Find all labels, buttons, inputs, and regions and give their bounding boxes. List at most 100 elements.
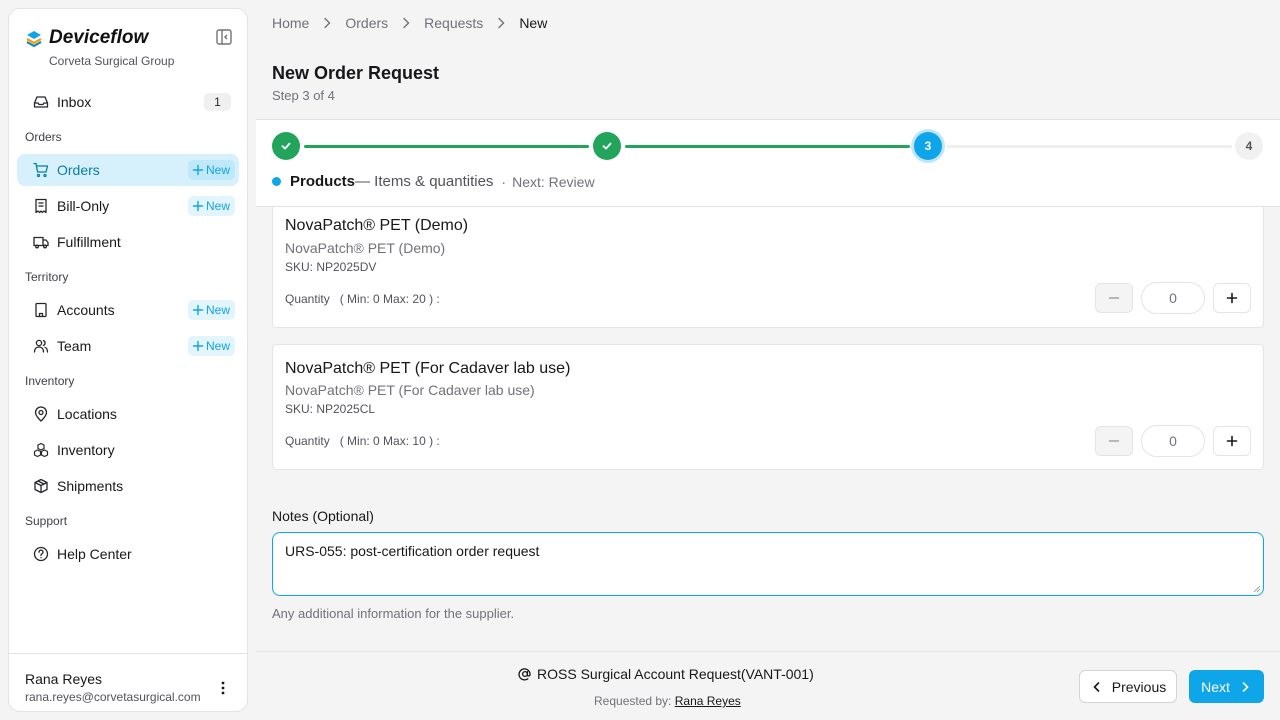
sidebar-item-locations[interactable]: Locations xyxy=(17,398,239,430)
quantity-input[interactable]: 0 xyxy=(1141,425,1205,457)
cart-icon xyxy=(33,162,49,178)
sidebar-item-label: Fulfillment xyxy=(57,234,121,250)
package-icon xyxy=(33,478,49,494)
step-connector xyxy=(625,145,910,148)
sidebar-item-label: Locations xyxy=(57,406,117,422)
page-subtitle: Step 3 of 4 xyxy=(272,88,335,103)
user-email: rana.reyes@corvetasurgical.com xyxy=(25,690,201,704)
product-card: NovaPatch® PET (Demo) NovaPatch® PET (De… xyxy=(272,207,1264,328)
deviceflow-logo-icon xyxy=(25,29,43,47)
requested-by-name[interactable]: Rana Reyes xyxy=(675,694,741,708)
sidebar-item-label: Team xyxy=(57,338,92,354)
notes-textarea[interactable]: URS-055: post-certification order reques… xyxy=(272,532,1264,596)
new-bill-only-button[interactable]: New xyxy=(187,196,235,216)
chevron-right-icon xyxy=(498,17,505,29)
sidebar-item-label: Help Center xyxy=(57,546,132,562)
receipt-icon xyxy=(33,198,49,214)
step-caption: Products — Items & quantities · Next: Re… xyxy=(272,173,595,190)
user-profile[interactable]: Rana Reyes rana.reyes@corvetasurgical.co… xyxy=(9,653,247,711)
notes-label: Notes (Optional) xyxy=(272,508,374,524)
step-connector xyxy=(304,145,589,148)
step-3-current[interactable]: 3 xyxy=(914,132,942,160)
current-step-dot xyxy=(272,177,281,186)
step-connector xyxy=(946,145,1232,148)
chevron-left-icon xyxy=(1093,681,1100,692)
new-account-button[interactable]: New xyxy=(187,300,235,320)
plus-icon xyxy=(192,164,204,176)
sidebar-item-bill-only[interactable]: Bill-Only New xyxy=(17,190,239,222)
new-label: New xyxy=(205,163,230,177)
notes-help-text: Any additional information for the suppl… xyxy=(272,606,515,621)
step-2-complete[interactable] xyxy=(593,132,621,160)
stepper: 3 4 Products — Items & quantities · Next… xyxy=(256,119,1280,207)
plus-icon xyxy=(192,304,204,316)
breadcrumb-home[interactable]: Home xyxy=(272,15,309,31)
quantity-label: Quantity ( Min: 0 Max: 10 ) : xyxy=(285,434,440,448)
sidebar-item-team[interactable]: Team New xyxy=(17,330,239,362)
previous-button[interactable]: Previous xyxy=(1079,670,1177,703)
next-label: Next xyxy=(1201,678,1230,695)
next-step-hint: Next: Review xyxy=(512,173,595,190)
notes-value: URS-055: post-certification order reques… xyxy=(285,543,540,559)
increment-button[interactable] xyxy=(1213,426,1251,456)
plus-icon xyxy=(1226,435,1238,447)
plus-icon xyxy=(192,340,204,352)
increment-button[interactable] xyxy=(1213,283,1251,313)
sidebar-item-inbox[interactable]: Inbox 1 xyxy=(17,86,239,118)
brand[interactable]: Deviceflow xyxy=(25,27,148,49)
breadcrumb-current: New xyxy=(519,15,548,31)
org-name: Corveta Surgical Group xyxy=(49,54,175,68)
truck-icon xyxy=(33,234,49,250)
step-4-future: 4 xyxy=(1235,132,1263,160)
breadcrumb-orders[interactable]: Orders xyxy=(345,15,388,31)
quantity-input[interactable]: 0 xyxy=(1141,282,1205,314)
sidebar-item-shipments[interactable]: Shipments xyxy=(17,470,239,502)
requested-by-label: Requested by: xyxy=(594,694,672,708)
sidebar-item-help-center[interactable]: Help Center xyxy=(17,538,239,570)
sidebar-item-inventory[interactable]: Inventory xyxy=(17,434,239,466)
sidebar-collapse-icon[interactable] xyxy=(215,28,233,46)
map-pin-icon xyxy=(33,406,49,422)
new-order-button[interactable]: New xyxy=(187,160,235,180)
decrement-button[interactable] xyxy=(1095,426,1133,456)
quantity-text: Quantity xyxy=(285,292,330,306)
inbox-icon xyxy=(33,94,49,110)
quantity-text: Quantity xyxy=(285,434,330,448)
current-step-description: — Items & quantities xyxy=(355,173,494,190)
sidebar-item-fulfillment[interactable]: Fulfillment xyxy=(17,226,239,258)
previous-label: Previous xyxy=(1111,678,1167,695)
product-subtitle: NovaPatch® PET (Demo) xyxy=(285,240,446,256)
current-step-title: Products xyxy=(290,173,356,190)
page-title: New Order Request xyxy=(272,63,440,83)
minus-icon xyxy=(1108,440,1120,442)
section-label-support: Support xyxy=(25,514,68,528)
breadcrumb-requests[interactable]: Requests xyxy=(424,15,483,31)
sidebar-item-orders[interactable]: Orders New xyxy=(17,154,239,186)
more-vertical-icon[interactable] xyxy=(215,680,231,696)
account-name: ROSS Surgical Account Request(VANT-001) xyxy=(537,666,814,682)
sidebar-item-accounts[interactable]: Accounts New xyxy=(17,294,239,326)
section-label-territory: Territory xyxy=(25,270,69,284)
check-icon xyxy=(602,142,612,150)
product-sku: SKU: NP2025CL xyxy=(285,402,376,416)
check-icon xyxy=(281,142,291,150)
new-label: New xyxy=(205,303,230,317)
users-icon xyxy=(33,338,49,354)
sidebar-item-label: Bill-Only xyxy=(57,198,110,214)
boxes-icon xyxy=(33,442,49,458)
caption-separator: · xyxy=(501,173,507,190)
product-name: NovaPatch® PET (Demo) xyxy=(285,217,469,234)
chevron-right-icon xyxy=(324,17,331,29)
sidebar-item-label: Accounts xyxy=(57,302,115,318)
product-sku: SKU: NP2025DV xyxy=(285,260,377,274)
section-label-inventory: Inventory xyxy=(25,374,75,388)
sidebar-item-label: Shipments xyxy=(57,478,124,494)
decrement-button[interactable] xyxy=(1095,283,1133,313)
step-1-complete[interactable] xyxy=(272,132,300,160)
next-button[interactable]: Next xyxy=(1189,670,1264,703)
new-team-member-button[interactable]: New xyxy=(187,336,235,356)
product-subtitle: NovaPatch® PET (For Cadaver lab use) xyxy=(285,382,535,398)
account-info: ROSS Surgical Account Request(VANT-001) xyxy=(518,666,814,682)
section-label-orders: Orders xyxy=(25,130,62,144)
resize-grip-icon[interactable] xyxy=(1253,585,1261,593)
